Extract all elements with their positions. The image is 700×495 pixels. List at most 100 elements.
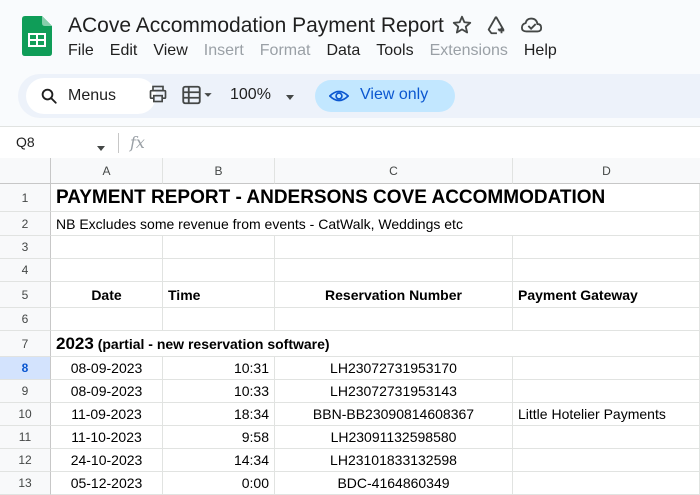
cell-a1-report-title[interactable]: PAYMENT REPORT - ANDERSONS COVE ACCOMMOD… [51,184,605,212]
column-header-b[interactable]: B [163,158,275,184]
table-row: 11 11-10-2023 9:58 LH23091132598580 [0,426,700,449]
table-row: 6 [0,308,700,331]
cell-payment-gateway[interactable] [513,357,700,380]
cell-a6[interactable] [51,308,163,331]
star-icon[interactable] [451,14,475,38]
row-header-8[interactable]: 8 [0,357,51,380]
cell-d4[interactable] [513,259,700,282]
cell-b4[interactable] [163,259,275,282]
search-icon [41,88,57,104]
toolbar: Menus 100% View only [18,74,700,118]
print-icon[interactable] [148,84,168,109]
column-label-reservation-number[interactable]: Reservation Number [275,282,513,308]
cell-d3[interactable] [513,236,700,259]
column-header-c[interactable]: C [275,158,513,184]
menu-file[interactable]: File [68,42,94,64]
cell-d6[interactable] [513,308,700,331]
cloud-status-icon[interactable] [520,14,544,38]
cell-b6[interactable] [163,308,275,331]
row-header-12[interactable]: 12 [0,449,51,472]
cell-payment-gateway[interactable] [513,449,700,472]
name-box[interactable]: Q8 [16,134,35,150]
cell-reservation-number[interactable]: LH23091132598580 [275,426,513,449]
menu-tools[interactable]: Tools [376,42,413,64]
select-view-icon[interactable] [180,84,214,111]
cell-reservation-number[interactable]: BBN-BB23090814608367 [275,403,513,426]
view-only-button[interactable]: View only [315,80,455,112]
cell-date[interactable]: 11-09-2023 [51,403,163,426]
table-row: 12 24-10-2023 14:34 LH23101833132598 [0,449,700,472]
cell-time[interactable]: 0:00 [163,472,275,495]
menu-bar: File Edit View Insert Format Data Tools … [68,42,573,64]
row-header-11[interactable]: 11 [0,426,51,449]
table-row: 4 [0,259,700,282]
column-label-payment-gateway[interactable]: Payment Gateway [513,282,700,308]
row-header-5[interactable]: 5 [0,282,51,308]
row-header-7[interactable]: 7 [0,331,51,357]
table-row: 2 NB Excludes some revenue from events -… [0,212,700,236]
cell-date[interactable]: 08-09-2023 [51,380,163,403]
search-menus-button[interactable]: Menus [26,78,156,114]
cell-a4[interactable] [51,259,163,282]
menu-edit[interactable]: Edit [110,42,138,64]
row-header-9[interactable]: 9 [0,380,51,403]
table-row: 7 2023 (partial - new reservation softwa… [0,331,700,357]
cell-date[interactable]: 05-12-2023 [51,472,163,495]
title-bar: ACove Accommodation Payment Report File … [0,0,700,68]
cell-payment-gateway[interactable] [513,472,700,495]
cell-time[interactable]: 10:33 [163,380,275,403]
cell-reservation-number[interactable]: LH23072731953170 [275,357,513,380]
row-header-13[interactable]: 13 [0,472,51,495]
row-header-4[interactable]: 4 [0,259,51,282]
column-header-a[interactable]: A [51,158,163,184]
cell-d7[interactable] [513,331,700,357]
cell-c6[interactable] [275,308,513,331]
cell-payment-gateway[interactable] [513,426,700,449]
cell-date[interactable]: 08-09-2023 [51,357,163,380]
spreadsheet-grid: A B C D 1 PAYMENT REPORT - ANDERSONS COV… [0,158,700,495]
table-row: 3 [0,236,700,259]
view-only-label: View only [360,86,429,103]
column-label-time[interactable]: Time [163,282,275,308]
section-year: 2023 [56,334,94,353]
cell-time[interactable]: 9:58 [163,426,275,449]
row-header-1[interactable]: 1 [0,184,51,212]
cell-time[interactable]: 18:34 [163,403,275,426]
cell-time[interactable]: 10:31 [163,357,275,380]
row-header-10[interactable]: 10 [0,403,51,426]
zoom-level[interactable]: 100% [230,86,271,104]
menu-format: Format [259,42,311,59]
cell-c4[interactable] [275,259,513,282]
column-label-date[interactable]: Date [51,282,163,308]
cell-a3[interactable] [51,236,163,259]
cell-reservation-number[interactable]: LH23101833132598 [275,449,513,472]
zoom-dropdown-icon[interactable] [284,90,296,108]
cell-d2[interactable] [513,212,700,236]
cell-reservation-number[interactable]: LH23072731953143 [275,380,513,403]
row-header-2[interactable]: 2 [0,212,51,236]
cell-a2-note[interactable]: NB Excludes some revenue from events - C… [51,212,513,236]
cell-payment-gateway[interactable] [513,380,700,403]
google-sheets-logo-icon[interactable] [22,16,52,56]
cell-c3[interactable] [275,236,513,259]
cell-d1[interactable] [513,184,700,212]
cell-date[interactable]: 11-10-2023 [51,426,163,449]
move-to-drive-icon[interactable] [485,14,509,38]
select-all-corner[interactable] [0,158,51,184]
table-row: 9 08-09-2023 10:33 LH23072731953143 [0,380,700,403]
menu-help[interactable]: Help [524,42,557,64]
column-header-d[interactable]: D [513,158,700,184]
cell-time[interactable]: 14:34 [163,449,275,472]
cell-reservation-number[interactable]: BDC-4164860349 [275,472,513,495]
cell-b3[interactable] [163,236,275,259]
menu-data[interactable]: Data [326,42,360,64]
cell-payment-gateway[interactable]: Little Hotelier Payments [513,403,700,426]
row-header-3[interactable]: 3 [0,236,51,259]
menu-view[interactable]: View [153,42,187,64]
document-title[interactable]: ACove Accommodation Payment Report [68,14,444,38]
name-box-dropdown-icon[interactable] [96,140,106,158]
row-header-6[interactable]: 6 [0,308,51,331]
cell-a7-section-heading[interactable]: 2023 (partial - new reservation software… [51,331,513,357]
formula-bar-divider [118,133,119,153]
cell-date[interactable]: 24-10-2023 [51,449,163,472]
